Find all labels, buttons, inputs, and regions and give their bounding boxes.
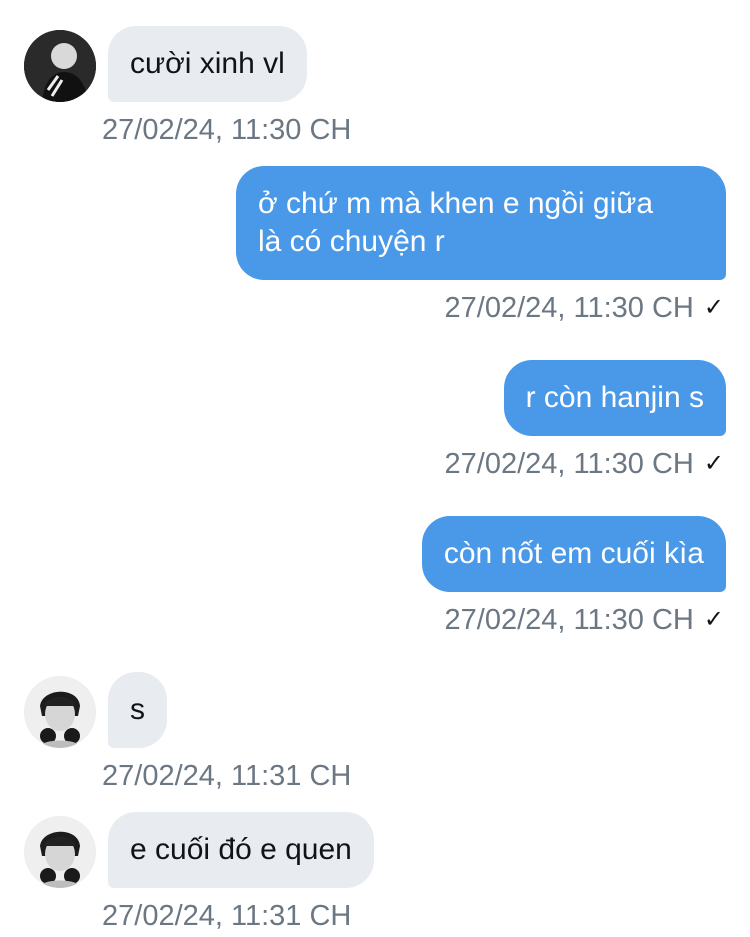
checkmark-icon: ✓ bbox=[703, 450, 724, 477]
message-bubble-outgoing[interactable]: ở chứ m mà khen e ngồi giữa là có chuyện… bbox=[236, 166, 726, 280]
message-bubble-incoming[interactable]: cười xinh vl bbox=[108, 26, 307, 102]
message-meta: 27/02/24, 11:30 CH ✓ bbox=[445, 291, 724, 325]
message-meta: 27/02/24, 11:30 CH ✓ bbox=[445, 447, 724, 481]
avatar-icon bbox=[24, 30, 96, 102]
message-meta: 27/02/24, 11:30 CH ✓ bbox=[445, 603, 724, 637]
avatar[interactable] bbox=[24, 676, 96, 748]
avatar[interactable] bbox=[24, 30, 96, 102]
message-bubble-incoming[interactable]: e cuối đó e quen bbox=[108, 812, 374, 888]
avatar[interactable] bbox=[24, 816, 96, 888]
message-bubble-outgoing[interactable]: r còn hanjin s bbox=[503, 360, 726, 436]
checkmark-icon: ✓ bbox=[703, 606, 724, 633]
message-timestamp: 27/02/24, 11:31 CH bbox=[102, 900, 352, 932]
message-timestamp: 27/02/24, 11:30 CH bbox=[102, 114, 352, 146]
message-timestamp: 27/02/24, 11:30 CH bbox=[444, 292, 694, 324]
message-timestamp: 27/02/24, 11:30 CH bbox=[444, 604, 694, 636]
message-timestamp: 27/02/24, 11:30 CH bbox=[444, 448, 694, 480]
avatar-icon bbox=[24, 676, 96, 748]
message-timestamp: 27/02/24, 11:31 CH bbox=[102, 760, 352, 792]
message-bubble-incoming[interactable]: s bbox=[108, 672, 167, 748]
avatar-icon bbox=[24, 816, 96, 888]
message-bubble-outgoing[interactable]: còn nốt em cuối kìa bbox=[421, 516, 726, 592]
checkmark-icon: ✓ bbox=[703, 294, 724, 321]
